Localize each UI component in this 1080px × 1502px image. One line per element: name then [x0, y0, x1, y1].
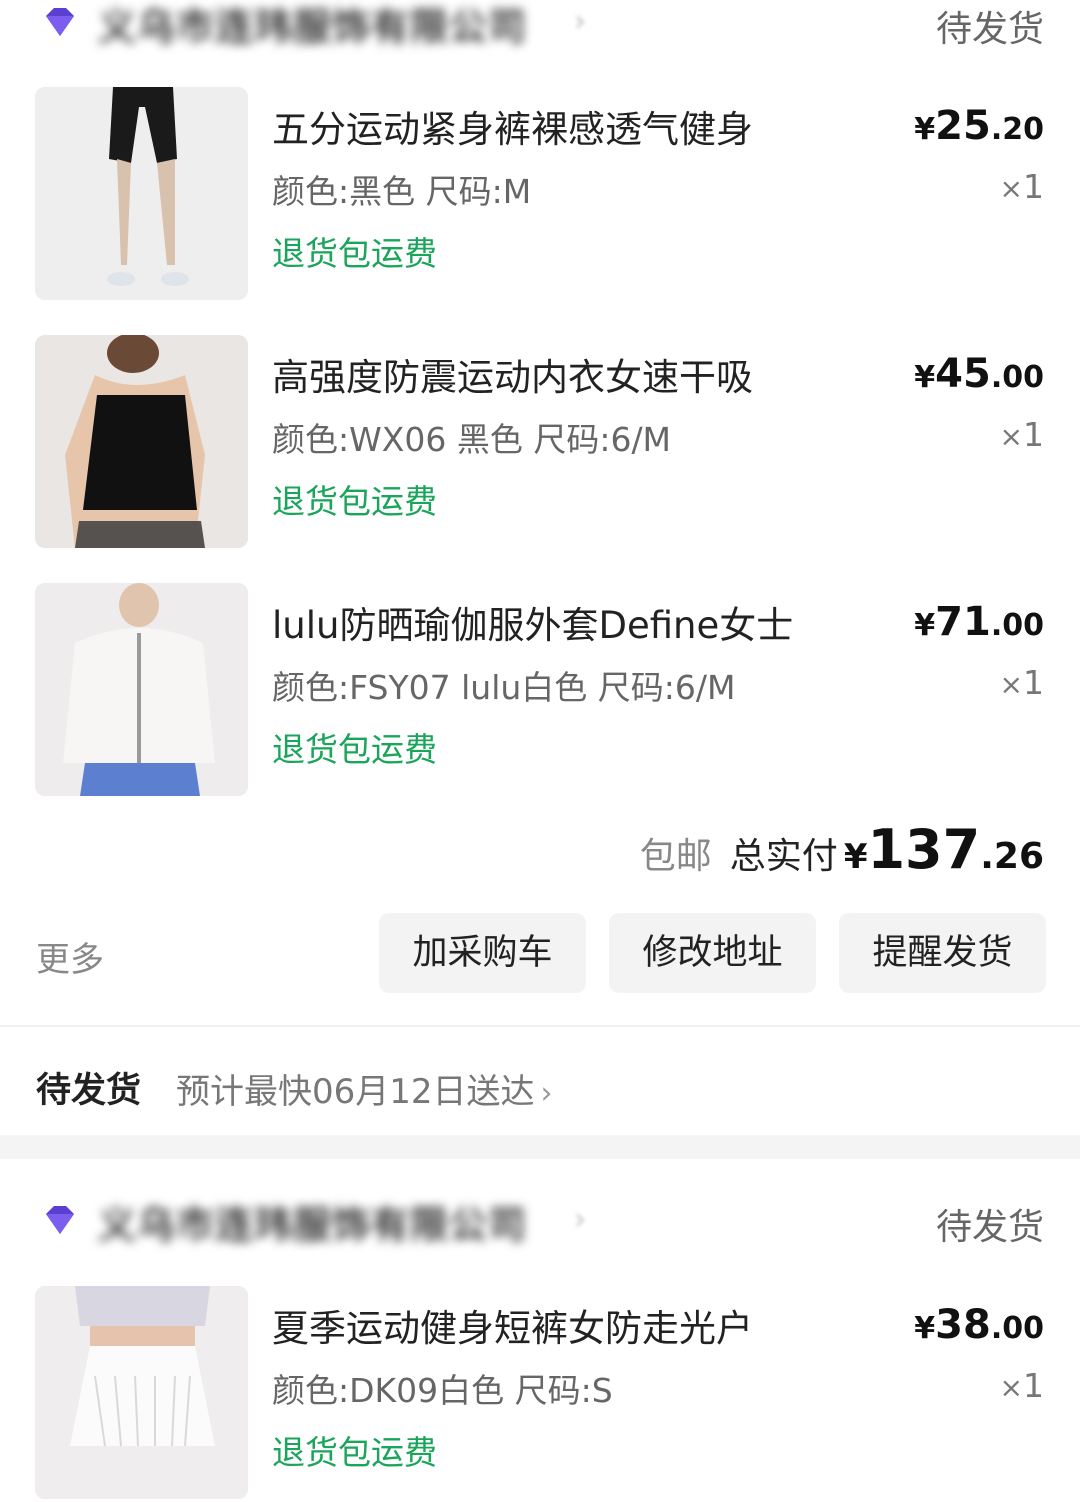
total-currency: ¥ — [843, 837, 868, 877]
product-spec: 颜色:WX06 黑色 尺码:6/M — [272, 420, 672, 459]
product-spec: 颜色:黑色 尺码:M — [272, 172, 532, 211]
return-shipping-tag: 退货包运费 — [272, 730, 437, 769]
diamond-icon — [46, 8, 74, 36]
product-image[interactable] — [35, 583, 248, 796]
delivery-eta-link[interactable]: 预计最快06月12日送达 › — [176, 1064, 553, 1113]
more-button[interactable]: 更多 — [36, 932, 104, 981]
product-quantity: ×1 — [999, 415, 1044, 454]
product-price: ¥45.00 — [914, 351, 1044, 397]
total-amount: 137 — [867, 818, 981, 881]
shop-name[interactable]: 义乌市连玮服饰有限公司 — [98, 0, 527, 51]
product-row[interactable]: 夏季运动健身短裤女防走光户 颜色:DK09白色 尺码:S 退货包运费 ¥38.0… — [0, 1286, 1080, 1502]
product-title[interactable]: 高强度防震运动内衣女速干吸 — [272, 347, 753, 401]
product-image[interactable] — [35, 1286, 248, 1499]
return-shipping-tag: 退货包运费 — [272, 1433, 437, 1472]
product-quantity: ×1 — [999, 1366, 1044, 1405]
diamond-icon — [46, 1206, 74, 1234]
product-image[interactable] — [35, 335, 248, 548]
product-spec: 颜色:DK09白色 尺码:S — [272, 1371, 613, 1410]
add-to-cart-button[interactable]: 加采购车 — [379, 913, 586, 993]
total-amount-decimal: .26 — [980, 836, 1044, 877]
product-row[interactable]: 五分运动紧身裤裸感透气健身 颜色:黑色 尺码:M 退货包运费 ¥25.20 ×1 — [0, 87, 1080, 303]
order-total: 包邮 总实付 ¥137.26 — [640, 818, 1044, 881]
shop-header[interactable]: 义乌市连玮服饰有限公司 › 待发货 — [0, 0, 1080, 60]
total-paid-label: 总实付 — [729, 836, 838, 877]
divider — [0, 1025, 1080, 1027]
chevron-right-icon: › — [574, 1202, 586, 1237]
product-row[interactable]: lulu防晒瑜伽服外套Define女士 颜色:FSY07 lulu白色 尺码:6… — [0, 583, 1080, 799]
product-price: ¥71.00 — [914, 599, 1044, 645]
product-title[interactable]: 夏季运动健身短裤女防走光户 — [272, 1298, 753, 1352]
return-shipping-tag: 退货包运费 — [272, 234, 437, 273]
shop-header[interactable]: 义乌市连玮服饰有限公司 › 待发货 — [0, 1198, 1080, 1258]
product-quantity: ×1 — [999, 167, 1044, 206]
shop-name[interactable]: 义乌市连玮服饰有限公司 — [98, 1194, 527, 1249]
free-shipping-label: 包邮 — [639, 836, 712, 877]
product-title[interactable]: lulu防晒瑜伽服外套Define女士 — [272, 595, 793, 649]
product-price: ¥25.20 — [914, 103, 1044, 149]
product-price: ¥38.00 — [914, 1302, 1044, 1348]
delivery-status: 待发货 — [36, 1071, 142, 1111]
product-quantity: ×1 — [999, 663, 1044, 702]
product-title[interactable]: 五分运动紧身裤裸感透气健身 — [272, 99, 753, 153]
order-status: 待发货 — [935, 1207, 1044, 1248]
remind-shipping-button[interactable]: 提醒发货 — [839, 913, 1046, 993]
product-spec: 颜色:FSY07 lulu白色 尺码:6/M — [272, 668, 736, 707]
product-row[interactable]: 高强度防震运动内衣女速干吸 颜色:WX06 黑色 尺码:6/M 退货包运费 ¥4… — [0, 335, 1080, 551]
chevron-right-icon: › — [540, 1076, 553, 1111]
delivery-eta: 预计最快06月12日送达 — [176, 1072, 535, 1112]
section-separator — [0, 1135, 1080, 1159]
chevron-right-icon: › — [574, 4, 586, 39]
order-status: 待发货 — [935, 9, 1044, 50]
return-shipping-tag: 退货包运费 — [272, 482, 437, 521]
product-image[interactable] — [35, 87, 248, 300]
edit-address-button[interactable]: 修改地址 — [609, 913, 816, 993]
